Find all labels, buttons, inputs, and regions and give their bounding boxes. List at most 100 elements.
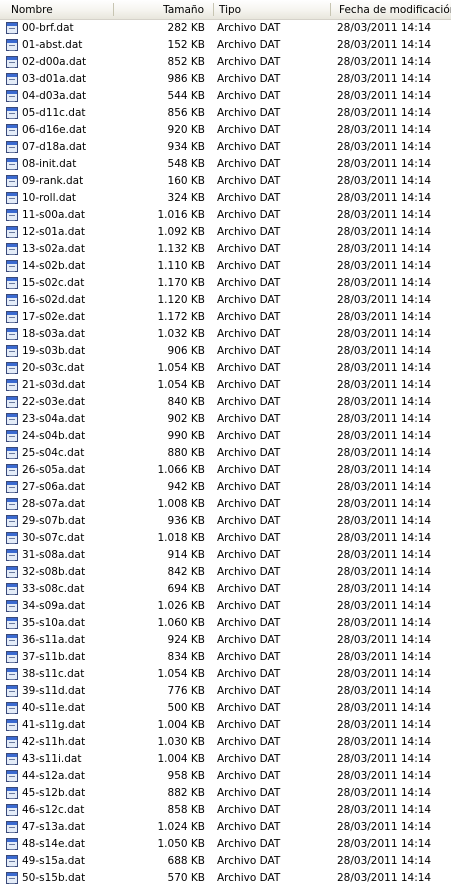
file-row[interactable]: 50-s15b.dat 570 KB Archivo DAT 28/03/2011 1… [0,870,451,887]
file-name: 18-s03a.dat [22,328,85,340]
file-row[interactable]: 05-d11c.dat 856 KB Archivo DAT 28/03/2011 1… [0,105,451,122]
file-row[interactable]: 45-s12b.dat 882 KB Archivo DAT 28/03/2011 1… [0,785,451,802]
file-type: Archivo DAT [217,294,281,306]
file-name: 46-s12c.dat [22,804,85,816]
file-type: Archivo DAT [217,379,281,391]
file-row[interactable]: 27-s06a.dat 942 KB Archivo DAT 28/03/2011 1… [0,479,451,496]
file-row[interactable]: 16-s02d.dat 1.120 KB Archivo DAT 28/03/2011… [0,292,451,309]
file-size: 1.054 KB [157,379,206,391]
file-row[interactable]: 10-roll.dat 324 KB Archivo DAT 28/03/2011 1… [0,190,451,207]
file-row[interactable]: 40-s11e.dat 500 KB Archivo DAT 28/03/2011 1… [0,700,451,717]
dat-file-icon [6,651,18,663]
file-row[interactable]: 13-s02a.dat 1.132 KB Archivo DAT 28/03/2011… [0,241,451,258]
file-modified: 28/03/2011 14:14 [337,192,432,204]
file-row[interactable]: 09-rank.dat 160 KB Archivo DAT 28/03/2011 1… [0,173,451,190]
file-row[interactable]: 47-s13a.dat 1.024 KB Archivo DAT 28/03/2011… [0,819,451,836]
dat-file-icon [6,498,18,510]
file-row[interactable]: 37-s11b.dat 834 KB Archivo DAT 28/03/2011 1… [0,649,451,666]
dat-file-icon [6,753,18,765]
file-name: 14-s02b.dat [22,260,86,272]
file-row[interactable]: 42-s11h.dat 1.030 KB Archivo DAT 28/03/2011… [0,734,451,751]
file-row[interactable]: 43-s11i.dat 1.004 KB Archivo DAT 28/03/2011… [0,751,451,768]
file-row[interactable]: 22-s03e.dat 840 KB Archivo DAT 28/03/2011 1… [0,394,451,411]
file-row[interactable]: 48-s14e.dat 1.050 KB Archivo DAT 28/03/2011… [0,836,451,853]
file-row[interactable]: 30-s07c.dat 1.018 KB Archivo DAT 28/03/2011… [0,530,451,547]
dat-file-icon [6,175,18,187]
file-size: 986 KB [167,73,205,85]
column-header-modified[interactable]: Fecha de modificación [331,0,451,19]
column-header-size[interactable]: Tamaño [114,0,206,19]
file-row[interactable]: 46-s12c.dat 858 KB Archivo DAT 28/03/2011 1… [0,802,451,819]
file-type: Archivo DAT [217,107,281,119]
column-header-name[interactable]: Nombre [0,0,113,19]
dat-file-icon [6,481,18,493]
file-row[interactable]: 19-s03b.dat 906 KB Archivo DAT 28/03/2011 1… [0,343,451,360]
file-row[interactable]: 18-s03a.dat 1.032 KB Archivo DAT 28/03/2011… [0,326,451,343]
dat-file-icon [6,158,18,170]
file-modified: 28/03/2011 14:14 [337,447,432,459]
file-row[interactable]: 29-s07b.dat 936 KB Archivo DAT 28/03/2011 1… [0,513,451,530]
file-type: Archivo DAT [217,583,281,595]
file-row[interactable]: 20-s03c.dat 1.054 KB Archivo DAT 28/03/2011… [0,360,451,377]
file-modified: 28/03/2011 14:14 [337,413,432,425]
file-row[interactable]: 28-s07a.dat 1.008 KB Archivo DAT 28/03/2011… [0,496,451,513]
file-name: 26-s05a.dat [22,464,85,476]
file-name: 15-s02c.dat [22,277,85,289]
file-row[interactable]: 17-s02e.dat 1.172 KB Archivo DAT 28/03/2011… [0,309,451,326]
file-row[interactable]: 34-s09a.dat 1.026 KB Archivo DAT 28/03/2011… [0,598,451,615]
file-row[interactable]: 35-s10a.dat 1.060 KB Archivo DAT 28/03/2011… [0,615,451,632]
file-row[interactable]: 06-d16e.dat 920 KB Archivo DAT 28/03/2011 1… [0,122,451,139]
file-row[interactable]: 04-d03a.dat 544 KB Archivo DAT 28/03/2011 1… [0,88,451,105]
file-row[interactable]: 14-s02b.dat 1.110 KB Archivo DAT 28/03/2011… [0,258,451,275]
file-row[interactable]: 36-s11a.dat 924 KB Archivo DAT 28/03/2011 1… [0,632,451,649]
file-row[interactable]: 00-brf.dat 282 KB Archivo DAT 28/03/2011 14… [0,20,451,37]
file-name: 27-s06a.dat [22,481,85,493]
file-modified: 28/03/2011 14:14 [337,753,432,765]
dat-file-icon [6,736,18,748]
dat-file-icon [6,362,18,374]
file-row[interactable]: 49-s15a.dat 688 KB Archivo DAT 28/03/2011 1… [0,853,451,870]
file-size: 500 KB [167,702,205,714]
file-size: 1.060 KB [157,617,206,629]
file-row[interactable]: 25-s04c.dat 880 KB Archivo DAT 28/03/2011 1… [0,445,451,462]
file-row[interactable]: 21-s03d.dat 1.054 KB Archivo DAT 28/03/2011… [0,377,451,394]
file-modified: 28/03/2011 14:14 [337,855,432,867]
dat-file-icon [6,515,18,527]
file-row[interactable]: 26-s05a.dat 1.066 KB Archivo DAT 28/03/2011… [0,462,451,479]
file-row[interactable]: 44-s12a.dat 958 KB Archivo DAT 28/03/2011 1… [0,768,451,785]
file-row[interactable]: 33-s08c.dat 694 KB Archivo DAT 28/03/2011 1… [0,581,451,598]
file-modified: 28/03/2011 14:14 [337,22,432,34]
file-row[interactable]: 24-s04b.dat 990 KB Archivo DAT 28/03/2011 1… [0,428,451,445]
file-modified: 28/03/2011 14:14 [337,651,432,663]
file-modified: 28/03/2011 14:14 [337,260,432,272]
file-row[interactable]: 12-s01a.dat 1.092 KB Archivo DAT 28/03/2011… [0,224,451,241]
file-row[interactable]: 32-s08b.dat 842 KB Archivo DAT 28/03/2011 1… [0,564,451,581]
file-row[interactable]: 41-s11g.dat 1.004 KB Archivo DAT 28/03/2011… [0,717,451,734]
file-size: 570 KB [167,872,205,884]
file-row[interactable]: 15-s02c.dat 1.170 KB Archivo DAT 28/03/2011… [0,275,451,292]
file-size: 1.050 KB [157,838,206,850]
file-row[interactable]: 07-d18a.dat 934 KB Archivo DAT 28/03/2011 1… [0,139,451,156]
file-size: 958 KB [167,770,205,782]
file-row[interactable]: 31-s08a.dat 914 KB Archivo DAT 28/03/2011 1… [0,547,451,564]
column-header-type[interactable]: Tipo [214,0,329,19]
file-row[interactable]: 11-s00a.dat 1.016 KB Archivo DAT 28/03/2011… [0,207,451,224]
file-row[interactable]: 03-d01a.dat 986 KB Archivo DAT 28/03/2011 1… [0,71,451,88]
file-modified: 28/03/2011 14:14 [337,362,432,374]
file-size: 152 KB [167,39,205,51]
file-name: 45-s12b.dat [22,787,86,799]
dat-file-icon [6,311,18,323]
file-type: Archivo DAT [217,617,281,629]
file-size: 1.018 KB [157,532,206,544]
file-size: 1.132 KB [157,243,206,255]
file-row[interactable]: 38-s11c.dat 1.054 KB Archivo DAT 28/03/2011… [0,666,451,683]
file-row[interactable]: 08-init.dat 548 KB Archivo DAT 28/03/2011 1… [0,156,451,173]
file-row[interactable]: 02-d00a.dat 852 KB Archivo DAT 28/03/2011 1… [0,54,451,71]
file-size: 1.024 KB [157,821,206,833]
file-type: Archivo DAT [217,243,281,255]
file-row[interactable]: 23-s04a.dat 902 KB Archivo DAT 28/03/2011 1… [0,411,451,428]
file-modified: 28/03/2011 14:14 [337,617,432,629]
file-row[interactable]: 01-abst.dat 152 KB Archivo DAT 28/03/2011 1… [0,37,451,54]
file-size: 282 KB [167,22,205,34]
file-row[interactable]: 39-s11d.dat 776 KB Archivo DAT 28/03/2011 1… [0,683,451,700]
